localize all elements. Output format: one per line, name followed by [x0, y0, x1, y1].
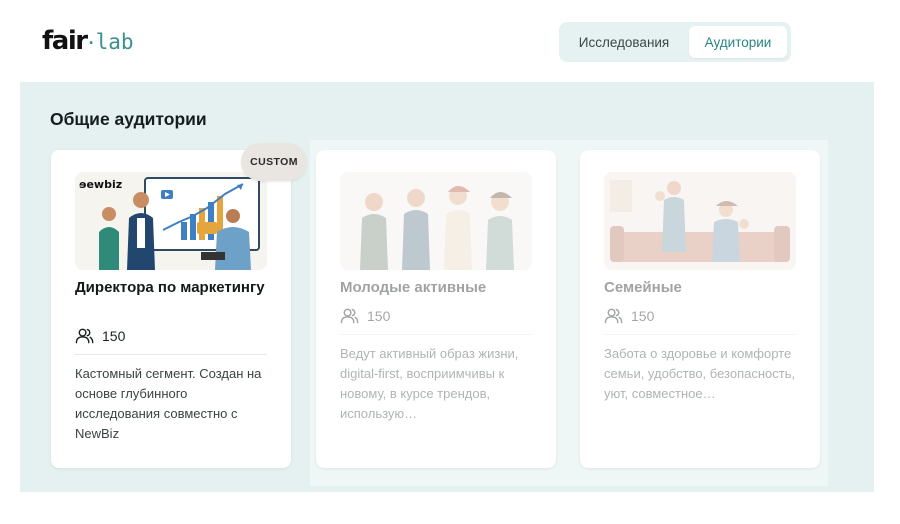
custom-badge: CUSTOM	[241, 143, 307, 181]
audience-count: 150	[75, 326, 125, 345]
tab-research[interactable]: Исследования	[563, 26, 685, 58]
card-description: Забота о здоровье и комфорте семьи, удоб…	[604, 346, 796, 401]
audience-count-value: 150	[102, 327, 126, 344]
fairlab-logo[interactable]: fair · lab	[42, 26, 134, 56]
newbiz-image-label: ɘewbiz	[79, 178, 122, 191]
card-title: Семейные	[604, 279, 682, 296]
card-divider	[340, 334, 532, 335]
family-illustration	[604, 172, 796, 270]
main-tabs: Исследования Аудитории	[559, 22, 791, 62]
audience-count-value: 150	[631, 307, 655, 324]
users-icon	[340, 308, 359, 324]
young-people-illustration	[340, 172, 532, 270]
audience-card-young-active[interactable]: Молодые активные 150 Ведут активный обра…	[316, 150, 556, 468]
shared-audiences-panel: Общие аудитории ɘewbiz Директора по марк…	[20, 82, 874, 492]
users-icon	[604, 308, 623, 324]
card-divider	[75, 354, 267, 355]
card-divider	[604, 334, 796, 335]
card-title: Молодые активные	[340, 279, 487, 296]
users-icon	[75, 328, 94, 344]
audience-count-value: 150	[367, 307, 391, 324]
tab-audiences[interactable]: Аудитории	[689, 26, 787, 58]
audience-count: 150	[604, 306, 654, 325]
audience-card-family[interactable]: Семейные 150 Забота о здоровье и комфорт…	[580, 150, 820, 468]
card-description: Ведут активный образ жизни, digital-firs…	[340, 346, 519, 421]
logo-wordmark: fair	[42, 26, 88, 56]
logo-suffix: lab	[95, 30, 134, 54]
marketing-team-illustration: ɘewbiz	[75, 172, 267, 270]
logo-dot: ·	[88, 33, 95, 53]
audience-count: 150	[340, 306, 390, 325]
card-title: Директора по маркетингу	[75, 279, 265, 296]
section-title: Общие аудитории	[50, 109, 207, 129]
card-description: Кастомный сегмент. Создан на основе глуб…	[75, 366, 262, 441]
audience-card-marketing-directors[interactable]: ɘewbiz Директора по маркетингу 150 Касто…	[51, 150, 291, 468]
